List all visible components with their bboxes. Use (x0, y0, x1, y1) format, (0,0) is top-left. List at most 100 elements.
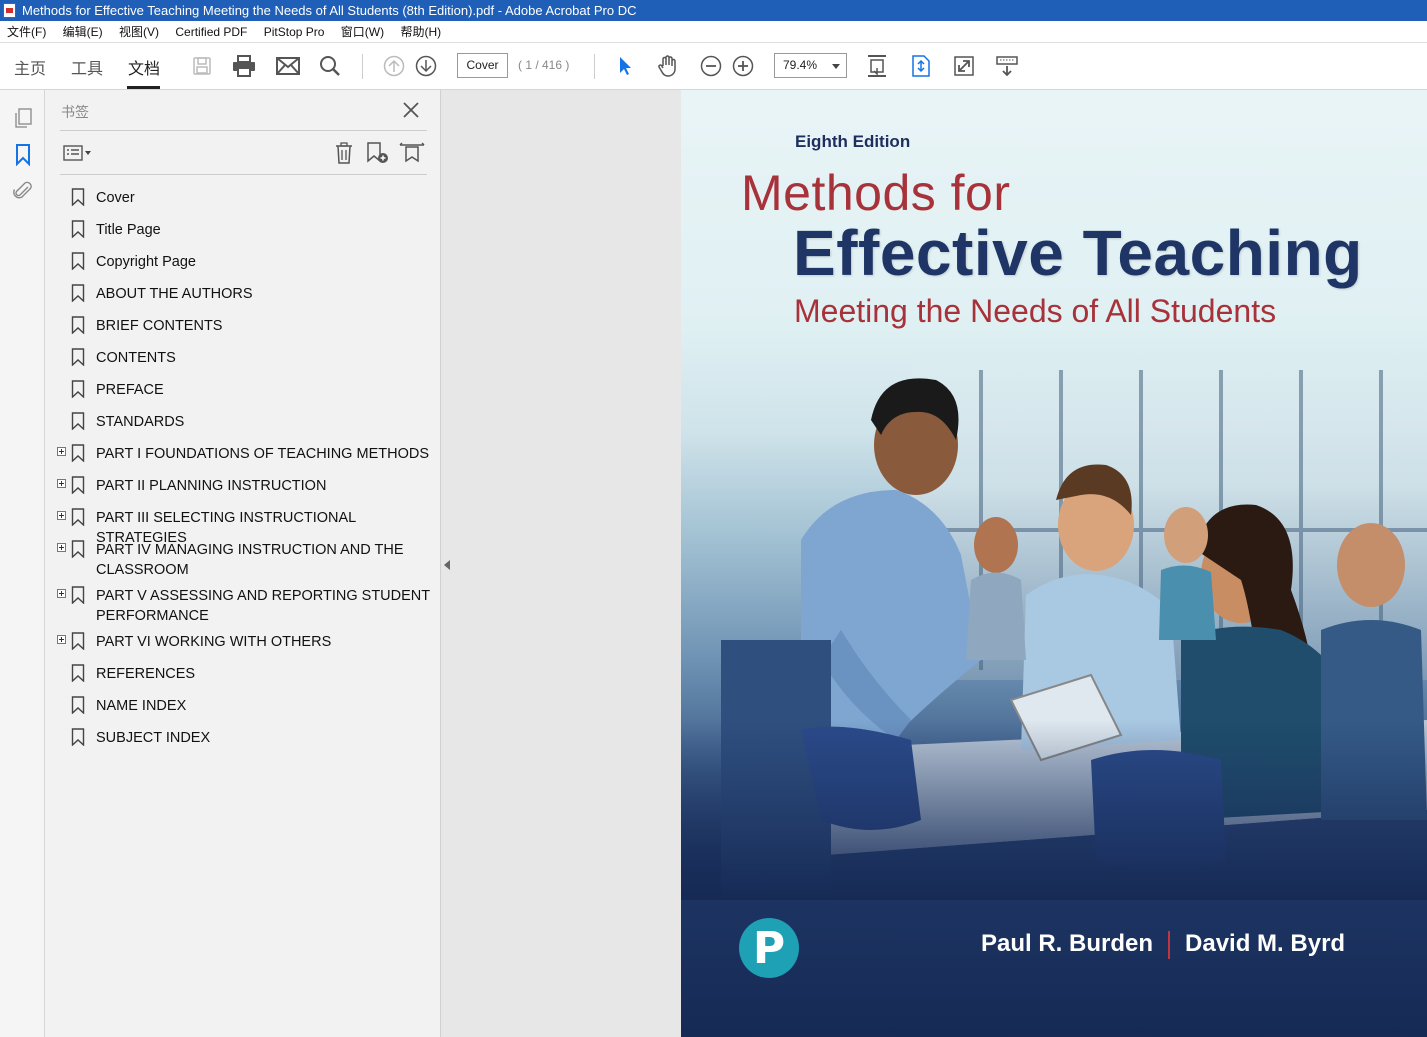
bookmark-label: PREFACE (96, 382, 164, 398)
bookmark-label: STANDARDS (96, 414, 185, 430)
new-bookmark-icon[interactable] (365, 140, 391, 166)
cover-photo (681, 350, 1427, 900)
active-tab-indicator (127, 86, 160, 89)
bookmark-icon (71, 252, 85, 270)
menu-pitstop-pro[interactable]: PitStop Pro (257, 21, 331, 43)
bookmark-icon (71, 412, 85, 430)
save-icon[interactable] (189, 53, 215, 79)
cover-edition: Eighth Edition (795, 132, 911, 151)
window-title: Methods for Effective Teaching Meeting t… (22, 3, 637, 18)
bookmark-label: PART VI WORKING WITH OTHERS (96, 634, 332, 650)
expand-toggle-icon[interactable] (57, 447, 66, 456)
print-icon[interactable] (231, 53, 257, 79)
tab-tools[interactable]: 工具 (71, 55, 103, 79)
bookmark-label: PART II PLANNING INSTRUCTION (96, 478, 327, 494)
select-cursor-icon[interactable] (612, 53, 638, 79)
page-count: ( 1 / 416 ) (518, 58, 570, 72)
expand-toggle-icon[interactable] (57, 635, 66, 644)
bookmark-icon (71, 476, 85, 494)
panel-divider (60, 174, 427, 175)
menu-view[interactable]: 视图(V) (112, 21, 165, 43)
pdf-page-cover[interactable]: Eighth Edition Methods for Effective Tea… (681, 90, 1427, 1037)
bookmark-label: PART V ASSESSING AND REPORTING STUDENT P… (96, 588, 430, 624)
expand-bookmark-icon[interactable] (399, 140, 425, 166)
zoom-level-value: 79.4% (783, 58, 818, 72)
menu-help[interactable]: 帮助(H) (393, 21, 447, 43)
cover-subtitle: Meeting the Needs of All Students (794, 293, 1277, 329)
zoom-in-icon[interactable] (730, 53, 756, 79)
expand-toggle-icon[interactable] (57, 589, 66, 598)
bookmark-label: NAME INDEX (96, 698, 187, 714)
bookmark-label: CONTENTS (96, 350, 176, 366)
chevron-down-icon (832, 64, 840, 69)
bookmark-icon (71, 316, 85, 334)
bookmark-label: ABOUT THE AUTHORS (96, 286, 253, 302)
bookmark-label: PART I FOUNDATIONS OF TEACHING METHODS (96, 446, 429, 462)
menu-edit[interactable]: 编辑(E) (56, 21, 109, 43)
author-1: Paul R. Burden (981, 930, 1154, 957)
previous-page-icon[interactable] (381, 53, 407, 79)
search-icon[interactable] (317, 53, 343, 79)
bookmark-label: Cover (96, 190, 135, 206)
pearson-logo-letter: P (752, 922, 786, 974)
author-2: David M. Byrd (1185, 930, 1346, 957)
close-icon[interactable] (401, 100, 421, 120)
expand-toggle-icon[interactable] (57, 543, 66, 552)
bookmark-label: Copyright Page (96, 254, 196, 270)
delete-bookmark-icon[interactable] (331, 140, 357, 166)
bookmark-options-icon[interactable] (61, 140, 95, 166)
next-page-icon[interactable] (413, 53, 439, 79)
bookmark-icon (71, 728, 85, 746)
pdf-file-icon (3, 3, 16, 18)
bookmark-icon (71, 586, 85, 604)
bookmark-icon (71, 632, 85, 650)
full-screen-icon[interactable] (951, 53, 977, 79)
bookmark-icon[interactable] (11, 143, 35, 167)
scroll-mode-icon[interactable] (864, 53, 890, 79)
read-mode-icon[interactable] (994, 53, 1020, 79)
toolbar-separator (362, 54, 363, 79)
panel-title: 书签 (61, 104, 89, 120)
email-icon[interactable] (275, 53, 301, 79)
bookmark-icon (71, 444, 85, 462)
zoom-out-icon[interactable] (698, 53, 724, 79)
attachments-icon[interactable] (11, 178, 35, 202)
bookmarks-panel: 书签 Cover Title Page Copyright Page ABOUT… (45, 90, 441, 1037)
collapse-panel-icon[interactable] (444, 560, 450, 570)
bookmark-label: REFERENCES (96, 666, 196, 682)
cover-title-line1: Methods for (741, 165, 1011, 221)
main-toolbar: 主页 工具 文档 Cover ( 1 / 416 ) 79.4% (0, 43, 1427, 90)
page-number-input[interactable]: Cover (457, 53, 508, 78)
bookmark-icon (71, 284, 85, 302)
cover-authors: Paul R. Burden David M. Byrd (981, 930, 1345, 959)
bookmark-icon (71, 508, 85, 526)
expand-toggle-icon[interactable] (57, 511, 66, 520)
bookmark-icon (71, 540, 85, 558)
cover-title-line2: Effective Teaching (793, 217, 1363, 289)
tab-home[interactable]: 主页 (14, 55, 46, 79)
expand-toggle-icon[interactable] (57, 479, 66, 488)
panel-divider (60, 130, 427, 131)
bookmark-icon (71, 348, 85, 366)
bookmark-label: SUBJECT INDEX (96, 730, 211, 746)
bookmark-label: BRIEF CONTENTS (96, 318, 223, 334)
menu-certified-pdf[interactable]: Certified PDF (168, 21, 253, 43)
bookmark-label: PART IV MANAGING INSTRUCTION AND THE CLA… (96, 542, 404, 578)
menu-file[interactable]: 文件(F) (0, 21, 52, 43)
bookmark-icon (71, 664, 85, 682)
hand-tool-icon[interactable] (655, 53, 681, 79)
tab-document[interactable]: 文档 (128, 55, 160, 79)
bookmark-icon (71, 220, 85, 238)
bookmark-label: Title Page (96, 222, 161, 238)
page-thumbnails-icon[interactable] (11, 106, 35, 130)
window-title-bar: Methods for Effective Teaching Meeting t… (0, 0, 1427, 21)
navigation-rail (0, 90, 45, 1037)
bookmark-icon (71, 380, 85, 398)
menu-bar: 文件(F) 编辑(E) 视图(V) Certified PDF PitStop … (0, 21, 1427, 43)
bookmark-icon (71, 696, 85, 714)
zoom-level-select[interactable]: 79.4% (774, 53, 847, 78)
fit-page-icon[interactable] (908, 53, 934, 79)
author-separator (1168, 930, 1171, 959)
menu-window[interactable]: 窗口(W) (334, 21, 390, 43)
pearson-logo: P (739, 918, 799, 978)
